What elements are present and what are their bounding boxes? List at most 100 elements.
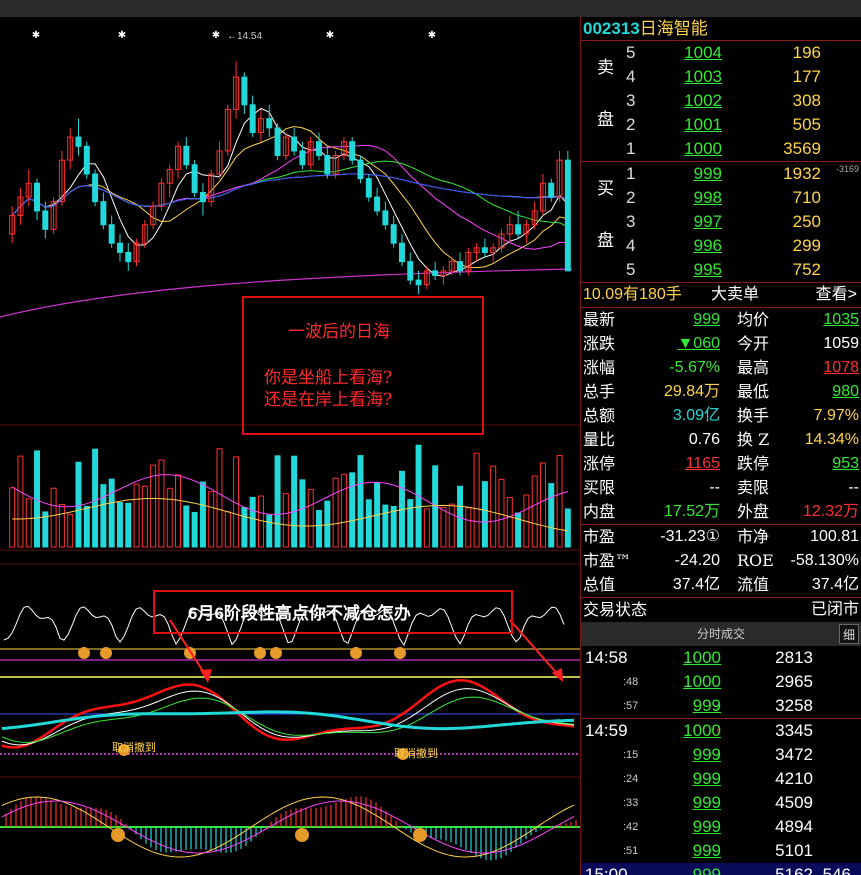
volume-bar — [166, 487, 173, 548]
time-sales-row[interactable]: :24 999 4210 — [581, 767, 861, 791]
quote-row: 涨跌 ▼060 今开 1059 — [581, 332, 861, 356]
quote-label: 市盈™ — [583, 551, 632, 570]
candle-body — [34, 182, 41, 212]
quote-label: ROE — [737, 551, 774, 570]
candle-body — [75, 136, 82, 147]
volume-bar — [531, 475, 538, 548]
quote-value: 29.84万 — [663, 383, 720, 400]
quote-value: 999 — [693, 311, 720, 328]
volume-bar — [17, 455, 24, 548]
trade-volume: 3345 — [775, 721, 813, 740]
quote-row: 总额 3.09亿 换手 7.97% — [581, 404, 861, 428]
quote-label: 涨跌 — [583, 334, 616, 353]
trade-extra: 546 — [822, 865, 851, 875]
buy-row-2[interactable]: 2 998 710 — [581, 186, 861, 210]
trade-price: 1000 — [683, 672, 721, 691]
buy-row-1[interactable]: 1 999 1932 — [581, 162, 861, 186]
sell-row-5[interactable]: 5 1004 196 — [581, 41, 861, 65]
time-sales-row[interactable]: 14:58 1000 2813 — [581, 646, 861, 670]
event-star-icon: ✱ — [428, 30, 436, 41]
smiley-icon — [270, 647, 282, 659]
view-more-link[interactable]: 查看> — [816, 283, 857, 307]
quote-value: 953 — [832, 455, 859, 472]
quote-value: -5.67% — [669, 359, 720, 376]
time-sales-row[interactable]: 14:59 1000 ↑ 3345 — [581, 719, 861, 743]
quote-panel: 002313日海智能 卖 盘 5 1004 196 4 1003 177 3 1002 30… — [580, 17, 861, 875]
volume-bar — [564, 508, 571, 548]
trade-time: :42 — [623, 821, 639, 833]
quote-value: 37.4亿 — [811, 576, 859, 593]
kline-chart-svg[interactable]: ✱ ✱ ✱ ✱ ✱ ←14.54 — [0, 17, 580, 875]
quote-label: 换手 — [737, 406, 770, 425]
volume-bar — [539, 462, 546, 548]
smiley-icon — [100, 647, 112, 659]
quote-row: 总值 37.4亿 流值 37.4亿 — [581, 573, 861, 597]
volume-bar — [506, 496, 513, 548]
sell-row-2[interactable]: 2 1001 505 — [581, 113, 861, 137]
candle-body — [548, 182, 555, 198]
quote-label: 总值 — [583, 575, 616, 594]
candle-body — [249, 104, 256, 133]
volume-bar — [67, 513, 74, 548]
volume-bar — [58, 504, 65, 548]
kline-chart-area[interactable]: ✱ ✱ ✱ ✱ ✱ ←14.54 一波后的日海 你是坐船上看海? 还是在岸上看海? 6月6… — [0, 17, 580, 875]
volume-bar — [349, 472, 356, 548]
volume-bar — [448, 503, 455, 548]
volume-bar — [25, 498, 32, 548]
volume-bar — [249, 496, 256, 548]
time-sales-row[interactable]: :48 1000 2965 — [581, 670, 861, 694]
buy-row-3[interactable]: 3 997 250 — [581, 210, 861, 234]
volume-bar — [175, 474, 182, 548]
trade-volume: 4894 — [775, 817, 813, 836]
quote-value: ▼060 — [677, 335, 720, 352]
candle-body — [92, 173, 99, 203]
buy-row-4[interactable]: 4 996 299 — [581, 234, 861, 258]
volume-bar — [332, 477, 339, 548]
quote-label: 市盈 — [583, 527, 616, 546]
volume-bar — [440, 506, 447, 548]
candle-body — [564, 159, 571, 272]
buy-row-5[interactable]: 5 995 752 — [581, 258, 861, 282]
quote-value: 14.34% — [804, 431, 859, 448]
candle-body — [382, 210, 389, 226]
candle-body — [100, 201, 107, 226]
time-sales-row[interactable]: :57 999 ↓ 3258 — [581, 694, 861, 718]
quote-label: 跌停 — [737, 454, 770, 473]
quote-value: 7.97% — [813, 407, 859, 424]
sell-row-4[interactable]: 4 1003 177 — [581, 65, 861, 89]
time-sales-row[interactable]: :42 999 4894 — [581, 815, 861, 839]
volume-bar — [125, 502, 132, 548]
quote-row: 内盘 17.52万 外盘 12.32万 — [581, 500, 861, 524]
quote-label: 市净 — [737, 527, 770, 546]
trade-price: 1000 — [683, 648, 721, 667]
candle-body — [324, 155, 331, 175]
time-sales-row[interactable]: :33 999 4509 — [581, 791, 861, 815]
trade-time: :15 — [623, 749, 639, 761]
detail-button[interactable]: 细 — [839, 624, 859, 644]
big-order-info: 10.09有180手 — [583, 286, 682, 303]
trade-direction-icon: ↓ — [715, 699, 721, 713]
volume-bar — [390, 505, 397, 548]
volume-bar — [83, 505, 90, 548]
trade-volume: 5101 — [775, 841, 813, 860]
time-sales-row[interactable]: :15 999 ↓ 3472 — [581, 743, 861, 767]
candle-body — [316, 141, 323, 157]
candle-body — [374, 196, 381, 212]
quote-label: 换 Z — [737, 430, 770, 449]
event-star-icon: ✱ — [326, 30, 334, 41]
time-sales-row[interactable]: 15:00 999 5162 546 — [581, 863, 861, 875]
trade-price: 999 — [692, 817, 721, 836]
sell-row-3[interactable]: 3 1002 308 — [581, 89, 861, 113]
sell-row-1[interactable]: 1 1000 3569 — [581, 137, 861, 161]
volume-bar — [299, 479, 306, 548]
volume-bar — [50, 487, 57, 548]
volume-bar — [340, 473, 347, 548]
candle-body — [357, 159, 364, 180]
volume-bar — [423, 508, 430, 548]
trade-price: 999 — [692, 841, 721, 860]
time-sales-row[interactable]: :51 999 5101 — [581, 839, 861, 863]
trade-volume: 3258 — [775, 696, 813, 715]
smiley-icon — [295, 828, 309, 842]
trade-time: :51 — [623, 845, 639, 857]
big-order-strip: 10.09有180手 大卖单 查看> — [581, 283, 861, 307]
